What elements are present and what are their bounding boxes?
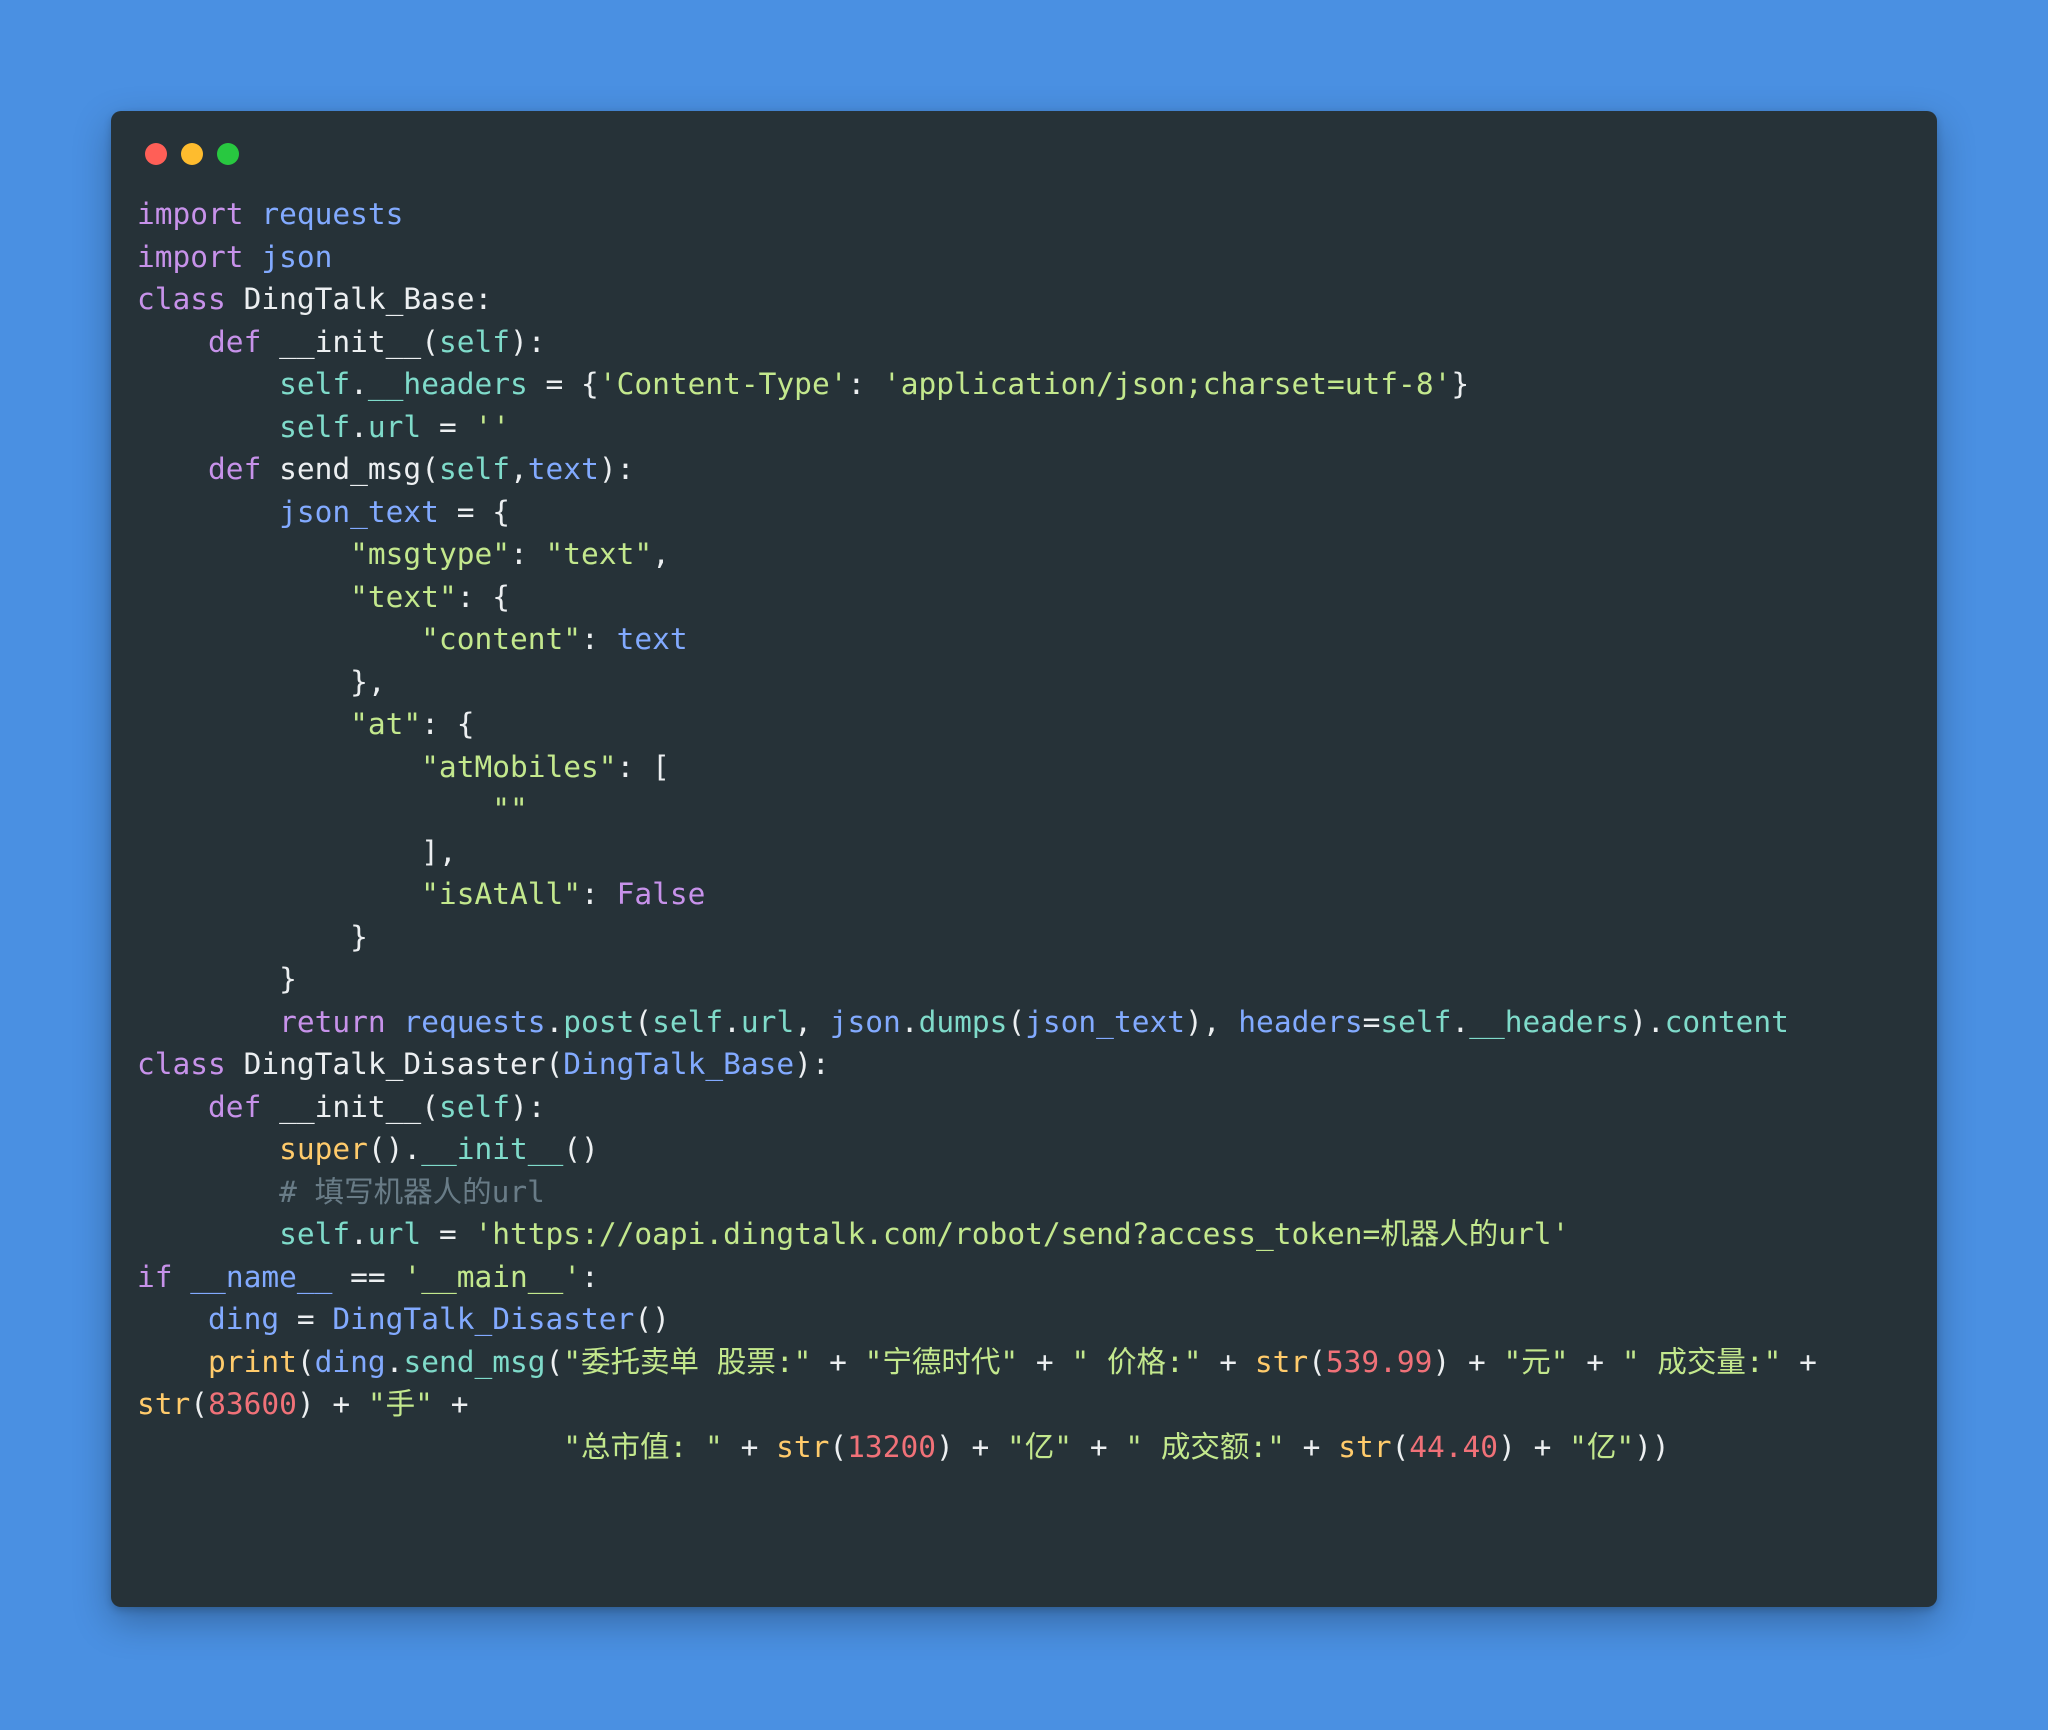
- screenshot-stage: import requests import json class DingTa…: [0, 0, 2048, 1730]
- code-editor-area[interactable]: import requests import json class DingTa…: [111, 185, 1937, 1468]
- minimize-window-button[interactable]: [181, 143, 203, 165]
- code-window: import requests import json class DingTa…: [111, 111, 1937, 1607]
- python-source-code[interactable]: import requests import json class DingTa…: [137, 193, 1911, 1468]
- window-titlebar: [111, 111, 1937, 185]
- maximize-window-button[interactable]: [217, 143, 239, 165]
- close-window-button[interactable]: [145, 143, 167, 165]
